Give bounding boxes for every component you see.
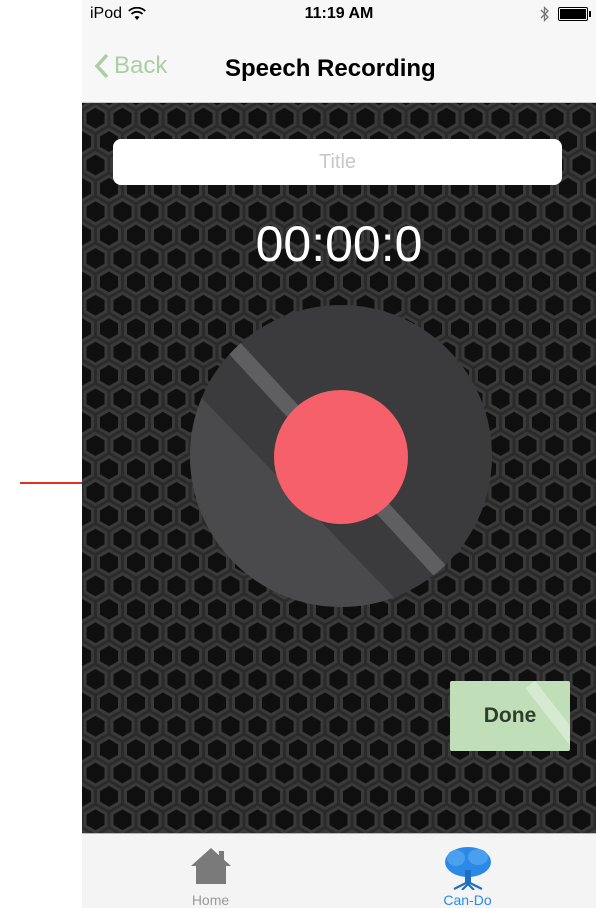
tree-icon <box>444 847 491 890</box>
navigation-bar: Back Speech Recording <box>82 40 596 103</box>
record-button[interactable] <box>190 305 492 607</box>
done-label: Done <box>483 704 537 727</box>
status-right <box>540 6 591 22</box>
bluetooth-icon <box>540 6 549 22</box>
status-time: 11:19 AM <box>304 5 374 22</box>
back-button[interactable]: Back <box>94 52 167 80</box>
chevron-left-icon <box>94 53 109 79</box>
phone-screen: iPod 11:19 AM Back Speech Recording Titl… <box>82 0 596 908</box>
tab-bar: Home Can-Do <box>82 833 596 908</box>
record-dot-icon <box>274 390 408 524</box>
recording-timer: 00:00:0 <box>255 216 423 272</box>
page-title: Speech Recording <box>225 55 436 82</box>
tab-home[interactable]: Home <box>82 834 339 908</box>
recorder-panel: 00:00:0 Done <box>82 103 596 833</box>
status-bar: iPod 11:19 AM <box>82 0 596 40</box>
title-input[interactable] <box>113 139 562 185</box>
tab-can-do[interactable]: Can-Do <box>339 834 596 908</box>
home-icon <box>190 848 231 884</box>
tab-can-do-label: Can-Do <box>443 892 492 908</box>
back-label: Back <box>114 52 168 79</box>
done-button[interactable]: Done <box>450 681 570 751</box>
battery-icon <box>558 7 591 21</box>
tab-home-label: Home <box>191 892 230 908</box>
